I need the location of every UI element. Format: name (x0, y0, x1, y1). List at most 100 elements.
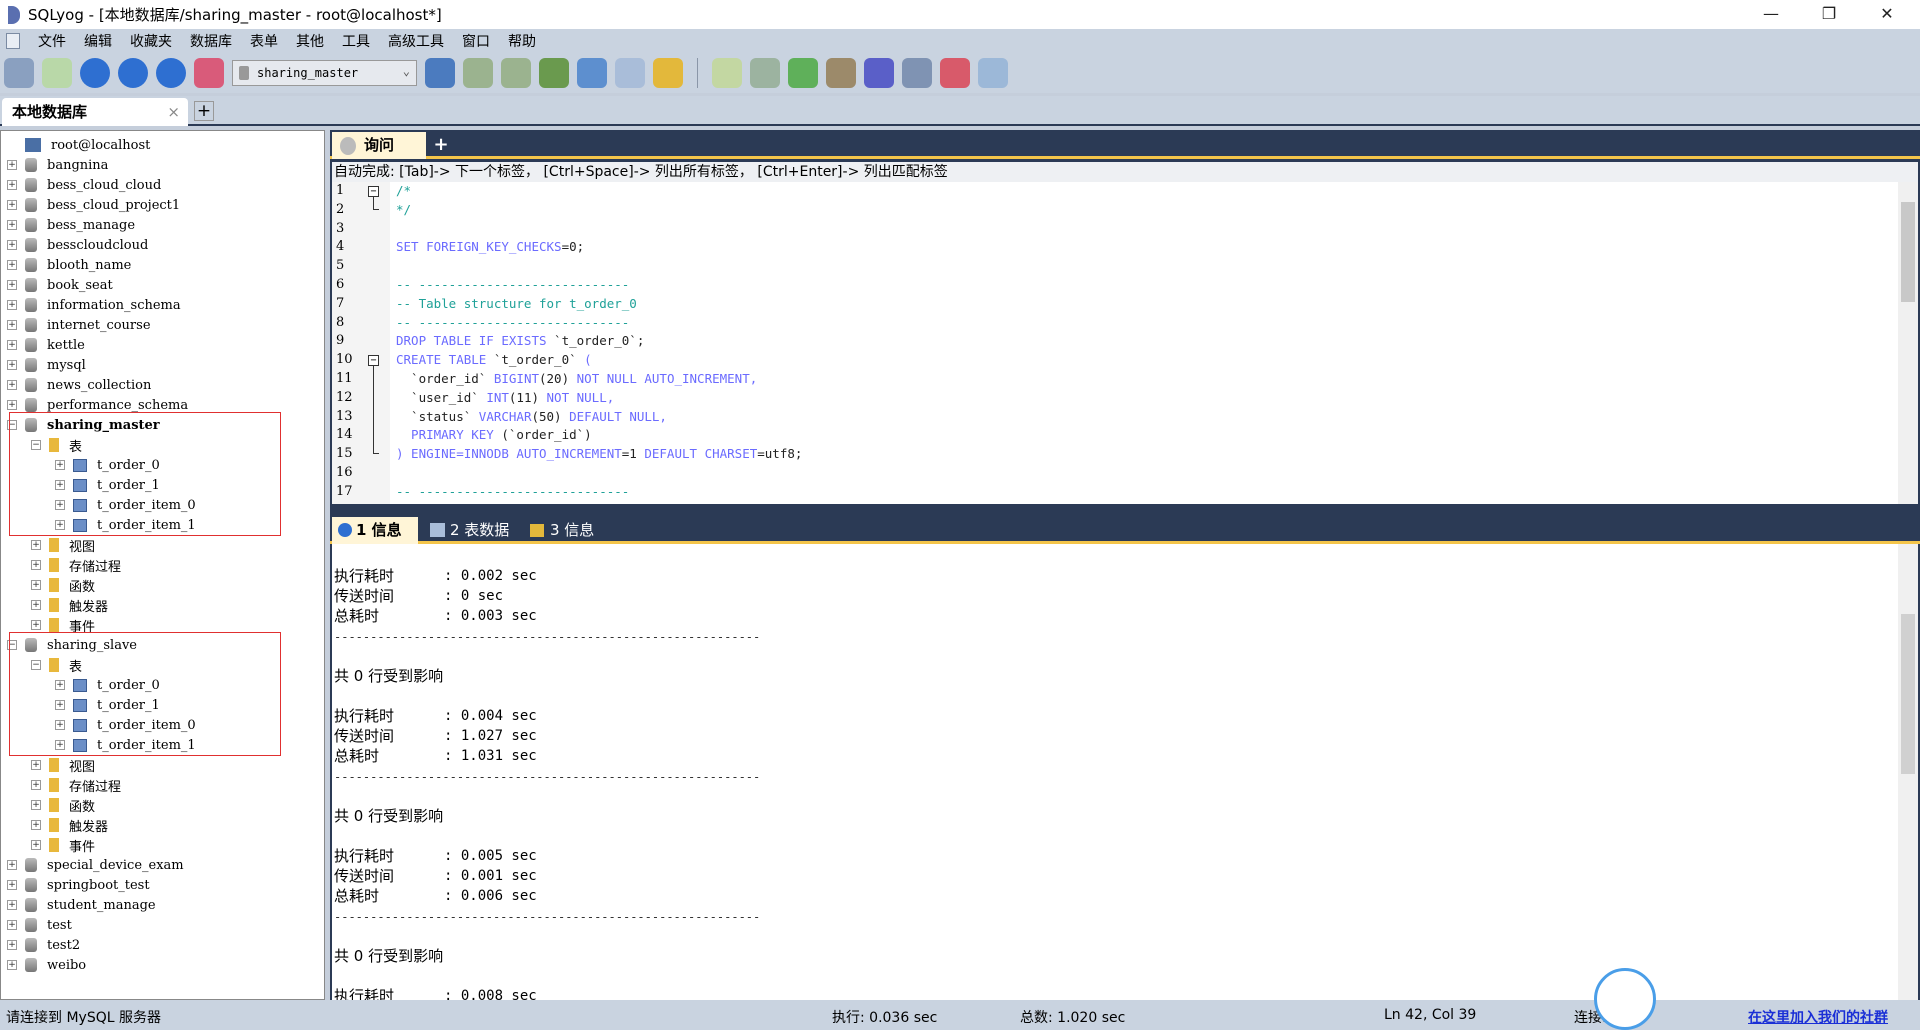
menu-edit[interactable]: 编辑 (84, 31, 112, 51)
tree-folder[interactable]: + 事件 (31, 835, 95, 855)
expand-icon[interactable]: + (31, 780, 41, 790)
expand-icon[interactable]: + (7, 160, 17, 170)
tab-query[interactable]: 询问 (332, 132, 426, 159)
expand-icon[interactable]: + (7, 280, 17, 290)
minimize-button[interactable]: — (1748, 2, 1794, 26)
expand-icon[interactable]: + (7, 240, 17, 250)
close-button[interactable]: ✕ (1864, 2, 1910, 26)
tree-database[interactable]: + kettle (7, 335, 85, 355)
add-connection-button[interactable]: + (194, 101, 214, 121)
expand-icon[interactable]: + (7, 260, 17, 270)
expand-icon[interactable]: + (31, 560, 41, 570)
menu-file[interactable]: 文件 (38, 31, 66, 51)
expand-icon[interactable]: + (31, 800, 41, 810)
maximize-button[interactable]: ❐ (1806, 2, 1852, 26)
schema-sync-icon[interactable] (712, 58, 742, 88)
expand-icon[interactable]: + (7, 880, 17, 890)
tab-info-1[interactable]: 1 信息 (332, 517, 418, 544)
tree-folder[interactable]: + 函数 (31, 795, 95, 815)
tree-database[interactable]: + test (7, 915, 72, 935)
tab-local-database[interactable]: 本地数据库 × (2, 98, 188, 126)
menu-tools[interactable]: 工具 (342, 31, 370, 51)
execute-edit-icon[interactable] (156, 58, 186, 88)
tab-info-3[interactable]: 3 信息 (526, 517, 606, 544)
tree-database[interactable]: + bess_cloud_cloud (7, 175, 161, 195)
menu-favorites[interactable]: 收藏夹 (130, 31, 172, 51)
expand-icon[interactable]: + (7, 380, 17, 390)
tree-folder[interactable]: + 存储过程 (31, 555, 121, 575)
execute-all-icon[interactable] (118, 58, 148, 88)
new-query-icon[interactable] (42, 58, 72, 88)
close-tab-icon[interactable]: × (167, 98, 180, 126)
expand-icon[interactable]: + (7, 300, 17, 310)
fold-marker[interactable]: − (368, 355, 379, 367)
tab-table-data[interactable]: 2 表数据 (426, 517, 518, 544)
backup-icon[interactable] (463, 58, 493, 88)
tree-folder[interactable]: + 函数 (31, 575, 95, 595)
expand-icon[interactable]: + (7, 860, 17, 870)
expand-icon[interactable]: + (7, 180, 17, 190)
tree-folder[interactable]: + 存储过程 (31, 775, 121, 795)
expand-icon[interactable]: + (31, 840, 41, 850)
menu-window[interactable]: 窗口 (462, 31, 490, 51)
tree-database[interactable]: + book_seat (7, 275, 113, 295)
data-sync-icon[interactable] (750, 58, 780, 88)
expand-icon[interactable]: + (7, 220, 17, 230)
scroll-thumb[interactable] (1901, 202, 1915, 302)
fold-marker[interactable]: − (368, 186, 379, 197)
tree-database[interactable]: + weibo (7, 955, 86, 975)
menu-advanced-tools[interactable]: 高级工具 (388, 31, 444, 51)
table-key-icon[interactable] (653, 58, 683, 88)
tree-root[interactable]: root@localhost (7, 135, 150, 155)
menu-database[interactable]: 数据库 (190, 31, 232, 51)
export-table-icon[interactable] (577, 58, 607, 88)
result-scrollbar[interactable] (1898, 544, 1918, 1000)
table-data-icon[interactable] (615, 58, 645, 88)
tree-database[interactable]: + internet_course (7, 315, 151, 335)
expand-icon[interactable]: + (7, 360, 17, 370)
schema-designer-icon[interactable] (978, 58, 1008, 88)
tree-database[interactable]: + bess_cloud_project1 (7, 195, 180, 215)
tree-database[interactable]: + bess_manage (7, 215, 135, 235)
expand-icon[interactable]: + (31, 620, 41, 630)
tree-database[interactable]: + springboot_test (7, 875, 150, 895)
sql-editor[interactable]: 1 /* 2 */ 3 4 SET FOREIGN_KEY_CHECKS=0; 5 6 -- --… (332, 182, 1918, 504)
expand-icon[interactable]: + (31, 820, 41, 830)
expand-icon[interactable]: + (7, 940, 17, 950)
tree-database[interactable]: + special_device_exam (7, 855, 184, 875)
import-icon[interactable] (539, 58, 569, 88)
expand-icon[interactable]: + (31, 760, 41, 770)
tree-folder[interactable]: + 视图 (31, 535, 95, 555)
shapes-icon[interactable] (194, 58, 224, 88)
tree-database[interactable]: + blooth_name (7, 255, 131, 275)
community-link[interactable]: 在这里加入我们的社群 (1748, 1007, 1888, 1027)
restore-icon[interactable] (501, 58, 531, 88)
report-icon[interactable] (940, 58, 970, 88)
expand-icon[interactable]: + (7, 400, 17, 410)
expand-icon[interactable]: + (7, 920, 17, 930)
tree-folder[interactable]: + 视图 (31, 755, 95, 775)
expand-icon[interactable]: + (7, 200, 17, 210)
database-select[interactable]: sharing_master ⌄ (232, 60, 417, 86)
migration-icon[interactable] (826, 58, 856, 88)
expand-icon[interactable]: + (7, 900, 17, 910)
scheduler-icon[interactable] (864, 58, 894, 88)
execute-icon[interactable] (80, 58, 110, 88)
expand-icon[interactable]: + (7, 320, 17, 330)
tree-database[interactable]: + news_collection (7, 375, 151, 395)
tree-database[interactable]: + mysql (7, 355, 86, 375)
monitor-icon[interactable] (902, 58, 932, 88)
expand-icon[interactable]: + (31, 580, 41, 590)
tree-folder[interactable]: + 触发器 (31, 595, 108, 615)
avatar[interactable] (1594, 968, 1656, 1030)
tree-database[interactable]: + student_manage (7, 895, 156, 915)
expand-icon[interactable]: + (7, 340, 17, 350)
tree-database[interactable]: + test2 (7, 935, 80, 955)
tree-folder[interactable]: + 触发器 (31, 815, 108, 835)
add-query-button[interactable]: + (432, 135, 450, 155)
expand-icon[interactable]: + (31, 540, 41, 550)
menu-help[interactable]: 帮助 (508, 31, 536, 51)
user-icon[interactable] (425, 58, 455, 88)
tree-database[interactable]: + bangnina (7, 155, 108, 175)
tree-database[interactable]: + besscloudcloud (7, 235, 148, 255)
